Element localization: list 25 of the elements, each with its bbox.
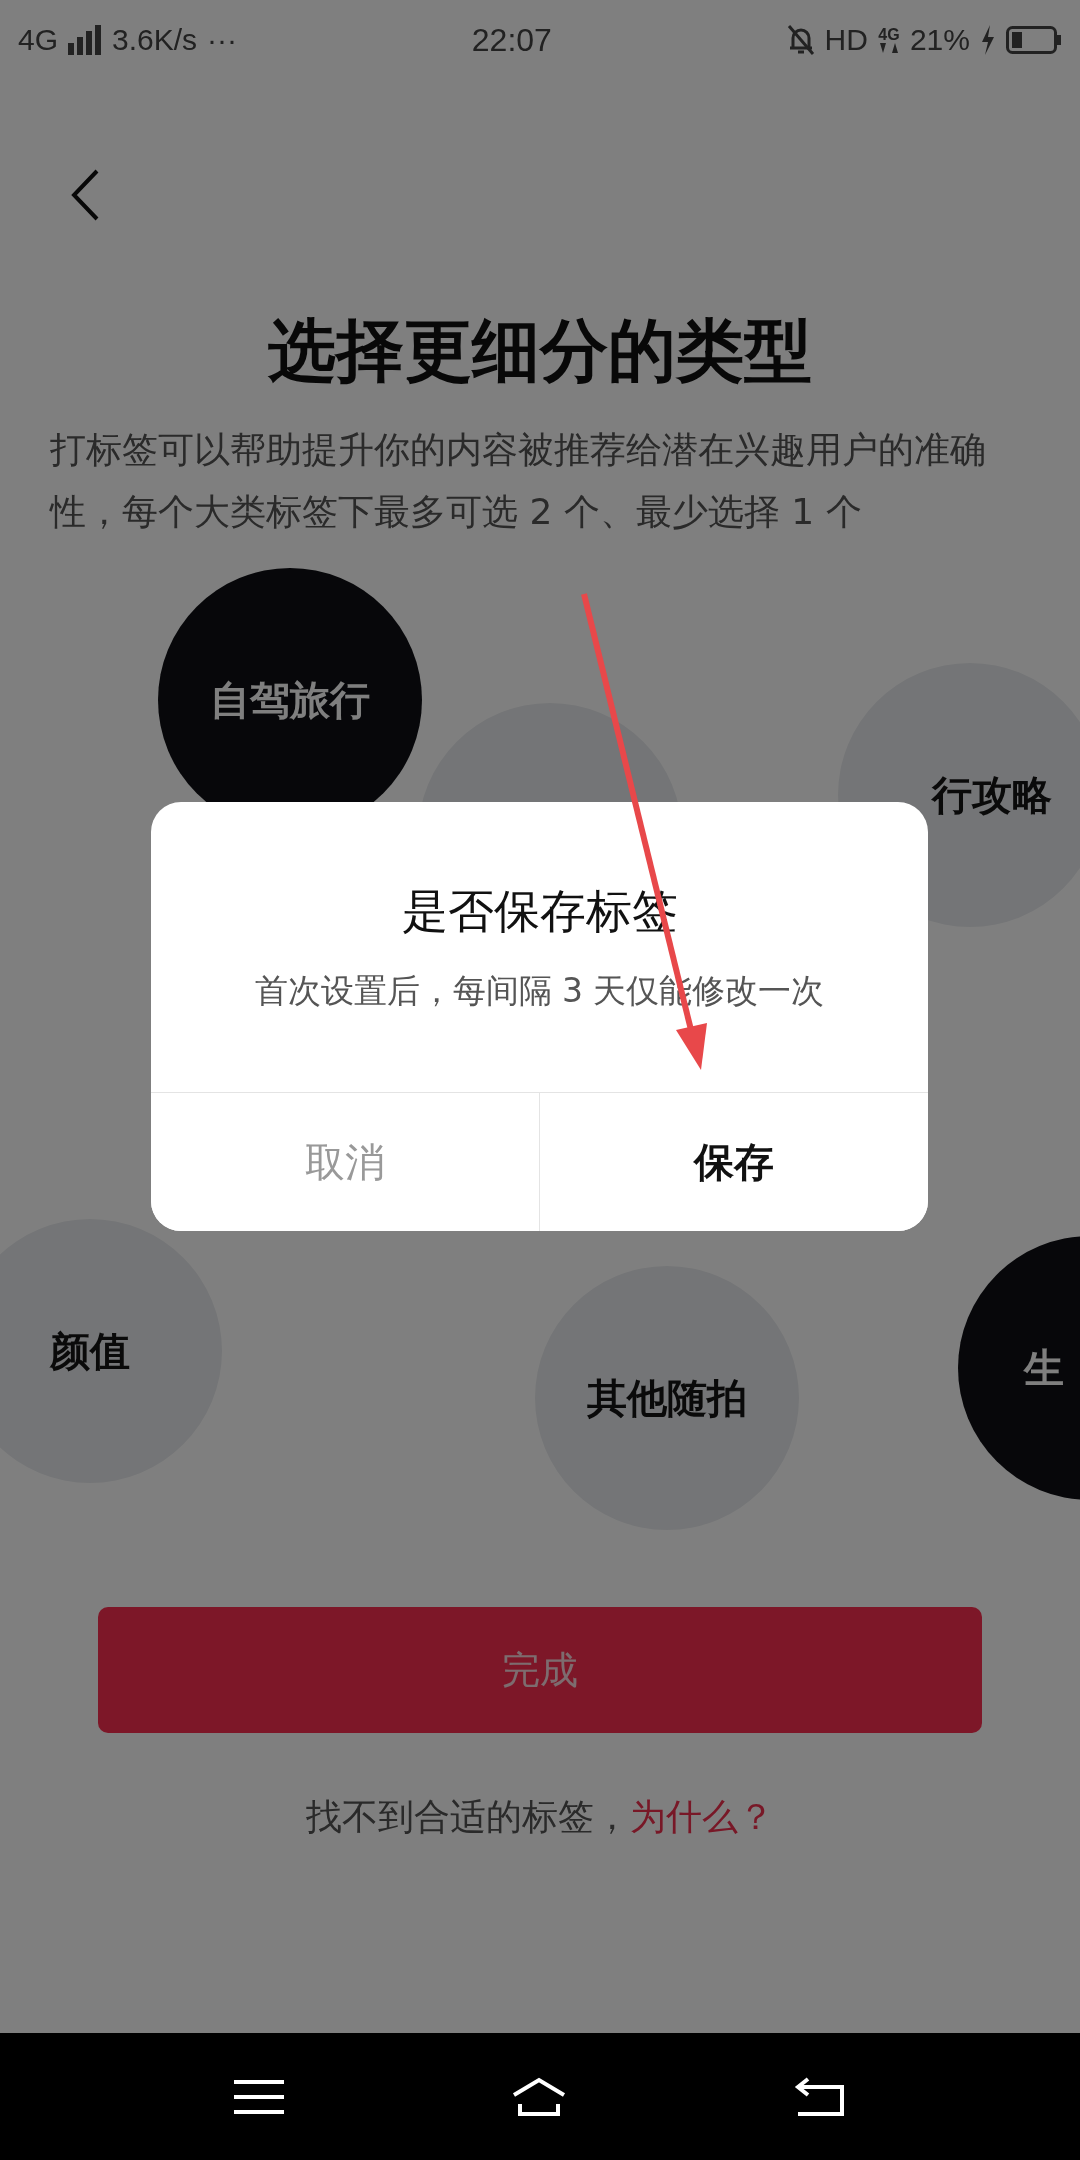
description-text: 打标签可以帮助提升你的内容被推荐给潜在兴趣用户的准确性，每个大类标签下最多可选 2 个、最少选择 1 个 bbox=[50, 428, 987, 534]
battery-percent: 21% bbox=[909, 23, 970, 57]
page-title: 选择更细分的类型 bbox=[268, 310, 812, 392]
tag-bubble[interactable]: 生 bbox=[958, 1236, 1080, 1500]
tag-label: 生 bbox=[1024, 1343, 1064, 1393]
network-type: 4G bbox=[18, 23, 59, 57]
why-link[interactable]: 为什么？ bbox=[630, 1793, 774, 1842]
cancel-button[interactable]: 取消 bbox=[151, 1093, 540, 1231]
data-type: 4G bbox=[878, 27, 900, 43]
tag-label: 其他随拍 bbox=[587, 1373, 747, 1423]
bell-off-icon bbox=[786, 24, 815, 56]
tag-label: 颜值 bbox=[50, 1326, 130, 1376]
hint-text: 找不到合适的标签， bbox=[306, 1795, 630, 1839]
tag-bubble[interactable]: 其他随拍 bbox=[535, 1266, 799, 1530]
tag-bubble[interactable]: 颜值 bbox=[0, 1219, 222, 1483]
data-arrows-icon bbox=[877, 43, 900, 53]
battery-icon bbox=[1006, 26, 1062, 54]
clock: 22:07 bbox=[471, 21, 552, 59]
hd-indicator: HD bbox=[824, 23, 868, 57]
more-indicator: ··· bbox=[207, 23, 238, 57]
tag-label: 行攻略 bbox=[932, 770, 1052, 820]
charging-icon bbox=[980, 25, 996, 55]
network-speed: 3.6K/s bbox=[112, 23, 198, 57]
tag-label: 自驾旅行 bbox=[210, 675, 370, 725]
signal-icon bbox=[68, 25, 103, 55]
